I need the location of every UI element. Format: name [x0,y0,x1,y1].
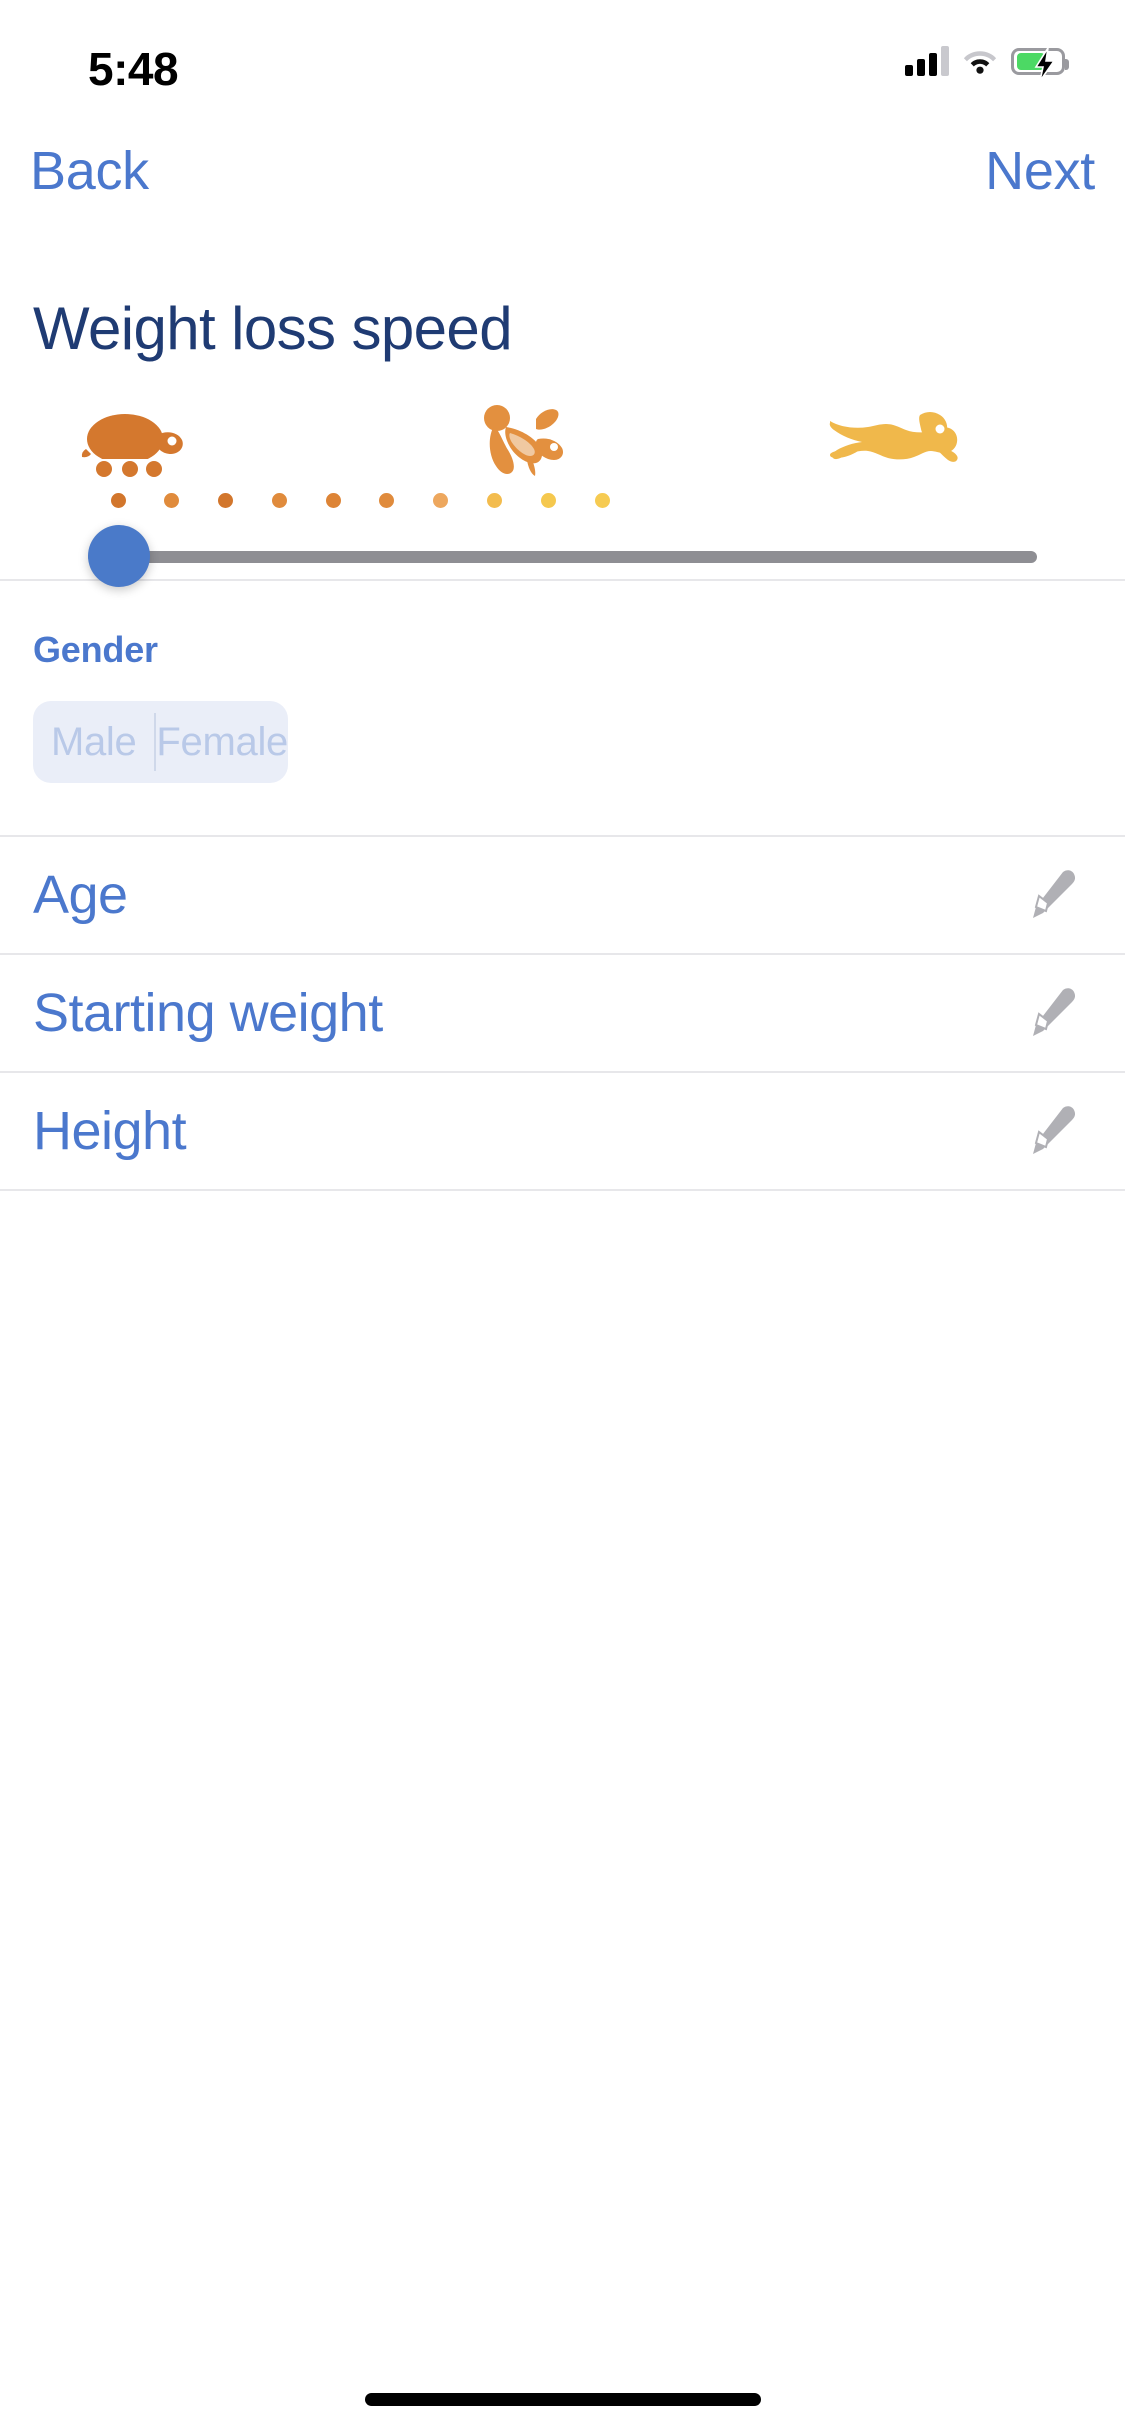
speed-scale-dot [271,493,287,508]
speed-scale-dot [110,493,126,508]
gender-segmented-control[interactable]: Male Female [33,701,288,783]
row-height[interactable]: Height [0,1073,1125,1191]
rabbit-icon [484,405,564,476]
status-bar-indicators [905,46,1069,81]
row-label: Age [33,865,128,925]
navigation-bar: Back Next [0,132,1125,242]
gender-section: Gender Male Female [0,581,1125,837]
speed-scale-dot [486,493,502,508]
page-title: Weight loss speed [33,295,513,362]
gender-label: Gender [33,629,158,670]
wifi-icon [963,51,997,74]
battery-charging-icon [1011,47,1069,81]
speed-slider[interactable] [0,525,1125,587]
pencil-icon[interactable] [1021,1104,1075,1158]
pencil-icon[interactable] [1021,868,1075,922]
turtle-icon [81,414,183,477]
speed-scale-dot [218,493,234,508]
row-label: Starting weight [33,983,383,1043]
speed-scale-dot [164,493,180,508]
speed-slider-track[interactable] [88,551,1037,563]
row-age[interactable]: Age [0,837,1125,955]
cellular-bars-icon [905,46,949,76]
speed-scale-dot [433,493,449,508]
cheetah-icon [829,412,958,462]
speed-scale-dots [0,483,1125,517]
row-label: Height [33,1101,187,1161]
pencil-icon[interactable] [1021,986,1075,1040]
status-bar-time: 5:48 [88,43,179,95]
speed-scale-dot [325,493,341,508]
speed-scale-dot [594,493,610,508]
gender-option-male[interactable]: Male [33,701,154,783]
home-indicator [364,2393,761,2406]
measurement-rows: Age Starting weight Height [0,837,1125,1191]
speed-slider-thumb[interactable] [88,525,150,587]
back-button[interactable]: Back [30,140,149,202]
charging-bolt-icon [1034,47,1056,81]
row-starting-weight[interactable]: Starting weight [0,955,1125,1073]
gender-option-female[interactable]: Female [156,701,288,783]
status-bar: 5:48 [0,0,1125,132]
weight-loss-speed-section [0,399,1125,587]
next-button[interactable]: Next [985,140,1095,202]
speed-scale-dot [540,493,556,508]
speed-scale-dot [379,493,395,508]
speed-animal-icons [0,399,1125,479]
